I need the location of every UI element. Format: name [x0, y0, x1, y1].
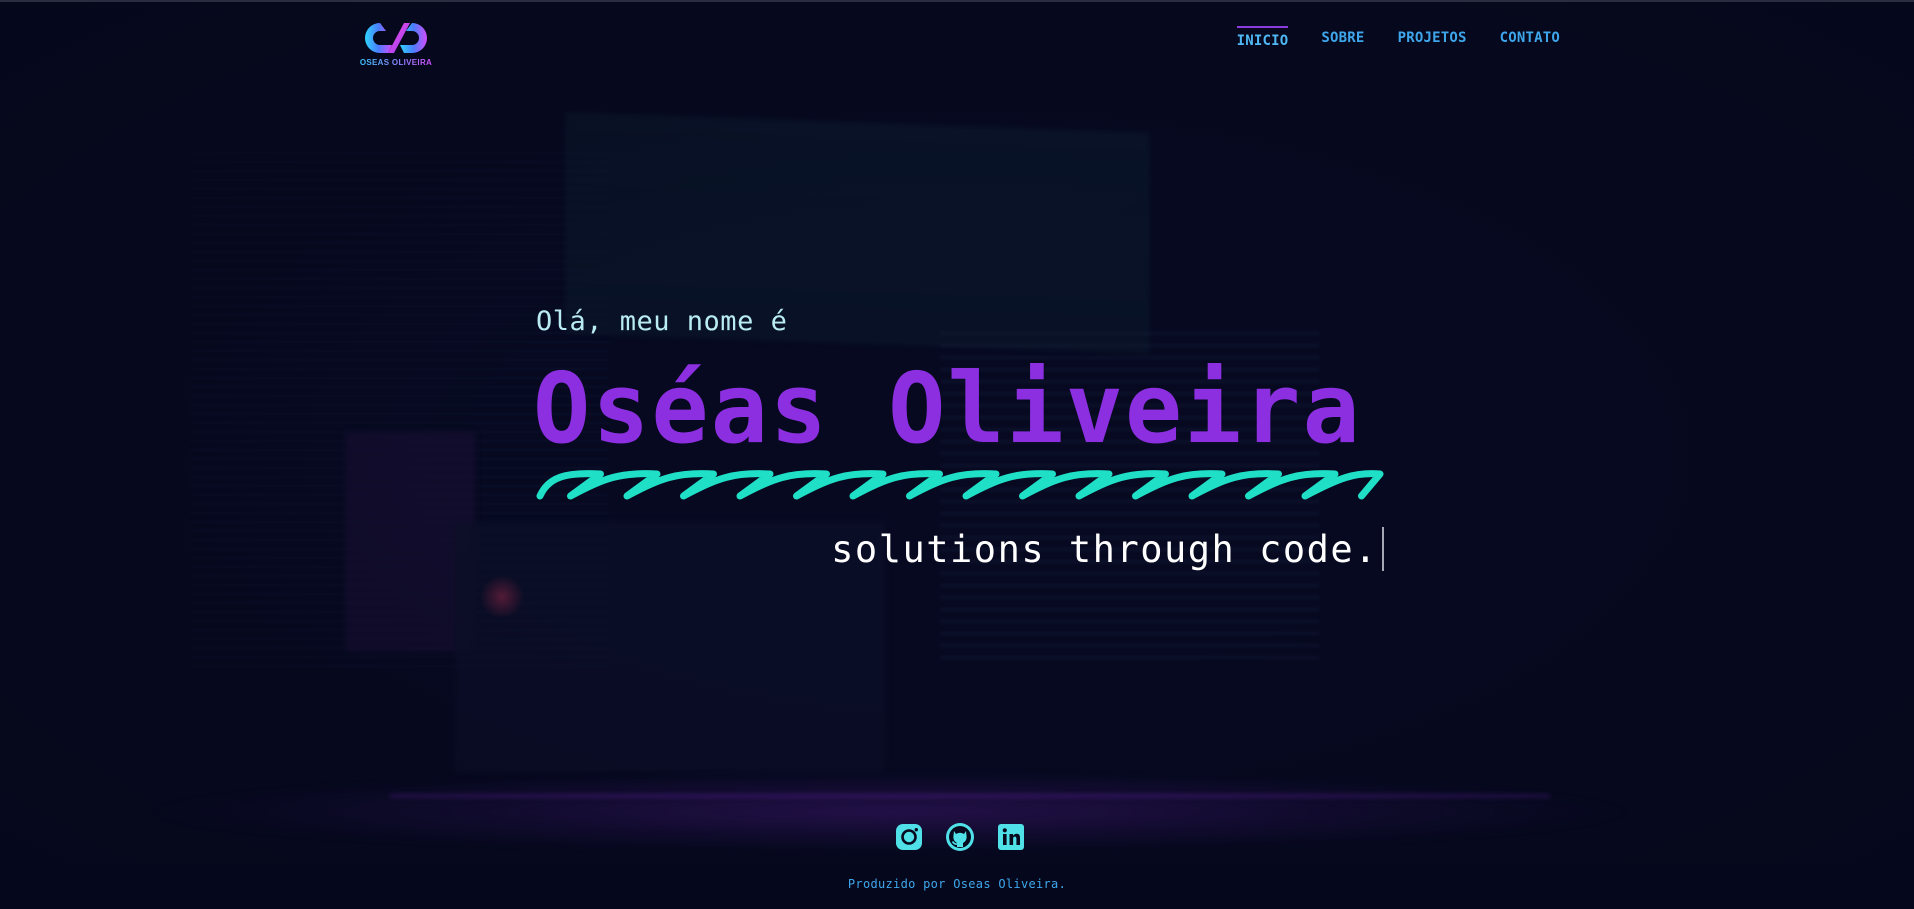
- linkedin-link[interactable]: [996, 822, 1026, 852]
- page: OSEAS OLIVEIRA INICIO SOBRE PROJETOS CON…: [0, 0, 1914, 909]
- zigzag-stroke: [536, 470, 1384, 500]
- hero-tagline: solutions through code.: [831, 527, 1384, 571]
- hero-name: Oséas Oliveira: [533, 352, 1362, 465]
- typing-cursor: [1382, 527, 1384, 571]
- instagram-icon: [896, 824, 922, 850]
- social-links: [894, 822, 1026, 852]
- instagram-link[interactable]: [894, 822, 924, 852]
- zigzag-underline-icon: [536, 470, 1384, 500]
- hero-tagline-text: solutions through code.: [831, 527, 1378, 571]
- footer-credit: Produzido por Oseas Oliveira.: [847, 877, 1067, 891]
- linkedin-icon: [998, 824, 1024, 850]
- hero-section: Olá, meu nome é Oséas Oliveira solutions…: [0, 2, 1914, 909]
- github-link[interactable]: [945, 822, 975, 852]
- github-icon: [946, 823, 974, 851]
- hero-greeting: Olá, meu nome é: [536, 306, 788, 337]
